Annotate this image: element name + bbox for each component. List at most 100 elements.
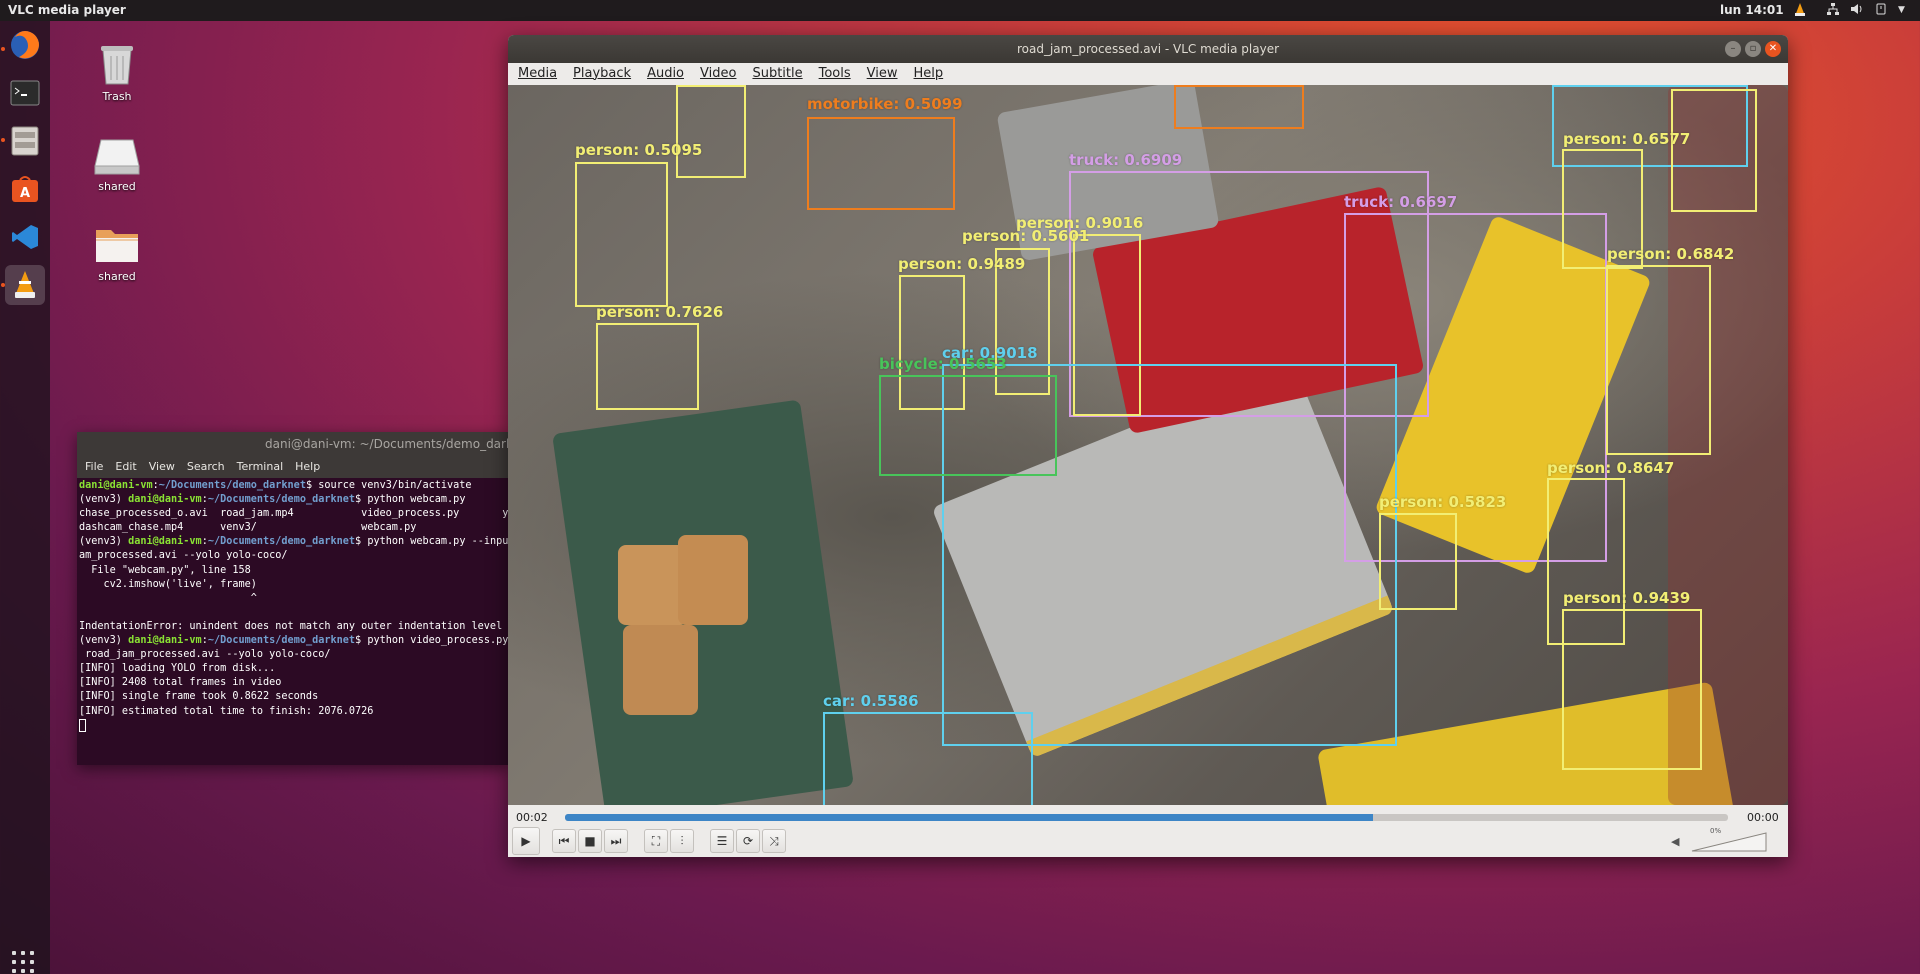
fullscreen-button[interactable]: ⛶: [644, 829, 668, 853]
vlc-tray-icon[interactable]: [1792, 2, 1808, 22]
detection-label: truck: 0.6697: [1344, 193, 1458, 211]
power-icon[interactable]: [1874, 2, 1888, 20]
menu-audio[interactable]: Audio: [647, 66, 684, 82]
vlc-titlebar[interactable]: road_jam_processed.avi - VLC media playe…: [508, 35, 1788, 63]
software-center-icon[interactable]: A: [5, 169, 45, 209]
desktop-icon-label: shared: [98, 270, 136, 283]
playlist-button[interactable]: ☰: [710, 829, 734, 853]
seek-progress: [565, 814, 1374, 821]
firefox-icon[interactable]: [5, 25, 45, 65]
files-icon[interactable]: [5, 121, 45, 161]
detection-box-person: [596, 323, 699, 410]
desktop-icon-shared-folder[interactable]: shared: [77, 220, 157, 283]
detection-label: person: 0.5095: [575, 141, 703, 159]
active-app-name[interactable]: VLC media player: [8, 3, 126, 17]
detection-box-bicycle: [879, 375, 1057, 476]
menu-tools[interactable]: Tools: [819, 66, 851, 82]
terminal-menu-terminal[interactable]: Terminal: [237, 460, 284, 474]
maximize-button[interactable]: ▫: [1745, 41, 1761, 57]
svg-text:A: A: [20, 186, 30, 201]
detection-box-car: [823, 712, 1033, 805]
skip-back-icon: ⏮: [558, 833, 570, 848]
terminal-cursor: [79, 718, 86, 732]
top-panel: VLC media player lun 14:01 ▼: [0, 0, 1920, 21]
menu-help[interactable]: Help: [914, 66, 944, 82]
extended-settings-button[interactable]: ⫶: [670, 829, 694, 853]
detection-label: person: 0.9489: [898, 255, 1026, 273]
desktop-icon-trash[interactable]: Trash: [77, 40, 157, 103]
detection-label: person: 0.7626: [596, 303, 724, 321]
network-icon[interactable]: [1826, 2, 1840, 20]
detection-label: person: 0.6842: [1607, 245, 1735, 263]
desktop-icon-label: shared: [98, 180, 136, 193]
desktop-icon-label: Trash: [102, 90, 132, 103]
show-applications-icon[interactable]: [12, 951, 38, 974]
next-button[interactable]: ⏭: [604, 829, 628, 853]
stop-button[interactable]: ■: [578, 829, 602, 853]
detection-box-person: [1606, 265, 1711, 455]
vlc-window[interactable]: road_jam_processed.avi - VLC media playe…: [508, 35, 1788, 857]
terminal-icon[interactable]: [5, 73, 45, 113]
scene-cardboard-box: [678, 535, 748, 625]
detection-box-person: [1379, 513, 1457, 610]
elapsed-time[interactable]: 00:02: [516, 811, 548, 824]
system-menu-chevron-icon[interactable]: ▼: [1898, 5, 1905, 15]
detection-box-person: [1562, 609, 1702, 770]
vlc-menubar: Media Playback Audio Video Subtitle Tool…: [508, 63, 1788, 85]
loop-icon: ⟳: [742, 834, 754, 848]
detection-label: person: 0.8647: [1547, 459, 1675, 477]
terminal-menu-edit[interactable]: Edit: [115, 460, 136, 474]
terminal-menu-view[interactable]: View: [149, 460, 175, 474]
equalizer-icon: ⫶: [680, 833, 684, 848]
menu-view[interactable]: View: [867, 66, 898, 82]
menu-playback[interactable]: Playback: [573, 66, 631, 82]
vlc-window-title: road_jam_processed.avi - VLC media playe…: [1016, 42, 1280, 56]
shuffle-icon: ⤨: [769, 833, 779, 848]
detection-label: person: 0.6577: [1563, 130, 1691, 148]
detection-box-person: [575, 162, 668, 307]
shuffle-button[interactable]: ⤨: [762, 829, 786, 853]
clock[interactable]: lun 14:01: [1720, 3, 1784, 17]
terminal-menubar: File Edit View Search Terminal Help: [77, 456, 509, 478]
playlist-icon: ☰: [716, 834, 728, 848]
detection-label: person: 0.5823: [1379, 493, 1507, 511]
detection-label: car: 0.5586: [823, 692, 919, 710]
fullscreen-icon: ⛶: [651, 833, 661, 848]
loop-button[interactable]: ⟳: [736, 829, 760, 853]
terminal-menu-file[interactable]: File: [85, 460, 103, 474]
detection-label: person: 0.9439: [1563, 589, 1691, 607]
skip-forward-icon: ⏭: [610, 833, 622, 848]
detection-label: person: 0.5601: [962, 227, 1090, 245]
detection-label: motorbike: 0.5099: [807, 95, 963, 113]
vscode-icon[interactable]: [5, 217, 45, 257]
volume-slider[interactable]: [1691, 832, 1767, 852]
dock: A: [0, 21, 50, 974]
stop-icon: ■: [584, 834, 596, 848]
menu-subtitle[interactable]: Subtitle: [752, 66, 802, 82]
video-frame[interactable]: motorbike: 0.5099 person: 0.5095 truck: …: [508, 85, 1788, 805]
playback-controls: 00:02 00:00 ▶ ⏮ ■ ⏭ ⛶ ⫶ ☰ ⟳ ⤨ ◀ 0%: [508, 805, 1788, 857]
play-button[interactable]: ▶: [512, 827, 540, 855]
folder-icon: [93, 220, 141, 268]
terminal-menu-help[interactable]: Help: [295, 460, 320, 474]
minimize-button[interactable]: –: [1725, 41, 1741, 57]
vlc-icon[interactable]: [5, 265, 45, 305]
terminal-menu-search[interactable]: Search: [187, 460, 225, 474]
mute-speaker-icon[interactable]: ◀: [1671, 835, 1679, 848]
menu-video[interactable]: Video: [700, 66, 736, 82]
detection-label: truck: 0.6909: [1069, 151, 1183, 169]
terminal-title[interactable]: dani@dani-vm: ~/Documents/demo_darknet: [77, 432, 509, 456]
seek-slider[interactable]: [565, 814, 1728, 821]
previous-button[interactable]: ⏮: [552, 829, 576, 853]
desktop-icon-shared-drive[interactable]: shared: [77, 130, 157, 193]
menu-media[interactable]: Media: [518, 66, 557, 82]
detection-box-person: [676, 85, 746, 178]
detection-label: bicycle: 0.5653: [879, 355, 1007, 373]
terminal-output[interactable]: dani@dani-vm:~/Documents/demo_darknet$ s…: [77, 478, 509, 735]
detection-box-motorbike-2: [1174, 85, 1304, 129]
remaining-time[interactable]: 00:00: [1747, 811, 1779, 824]
detection-box-motorbike: [807, 117, 955, 210]
close-button[interactable]: ✕: [1765, 41, 1781, 57]
terminal-window[interactable]: dani@dani-vm: ~/Documents/demo_darknet F…: [77, 432, 509, 765]
volume-icon[interactable]: [1850, 2, 1864, 20]
